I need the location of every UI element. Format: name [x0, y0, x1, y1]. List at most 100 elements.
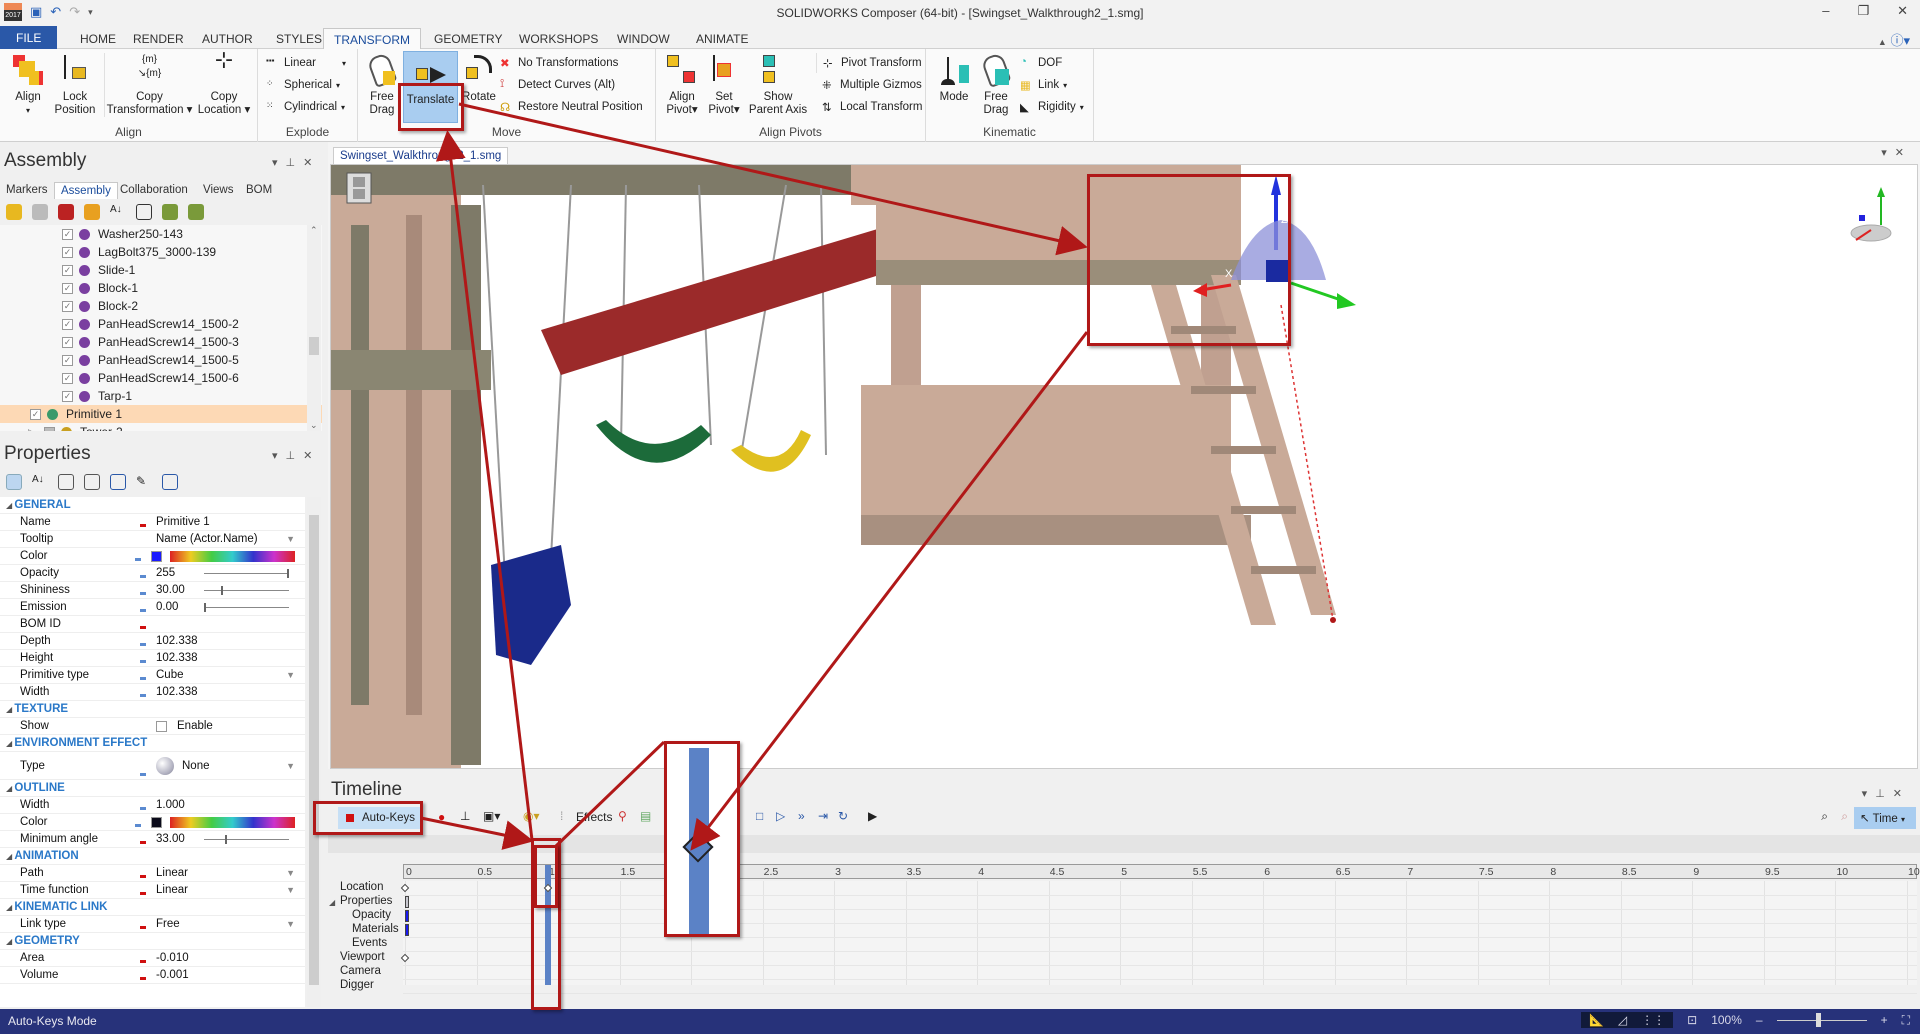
- eyedropper-icon[interactable]: ✎: [136, 474, 152, 490]
- visibility-checkbox[interactable]: ✓: [30, 408, 41, 420]
- property-row[interactable]: Shininess 30.00: [0, 582, 305, 599]
- value-slider[interactable]: [204, 568, 289, 578]
- zoom-in-button[interactable]: +: [1881, 1013, 1888, 1027]
- dropdown-arrow-icon[interactable]: ▼: [286, 885, 295, 895]
- zoom-fit-timeline-icon[interactable]: ⌕: [1821, 809, 1828, 824]
- property-row[interactable]: Type None ▼: [0, 752, 305, 780]
- rigidity-button[interactable]: ◣ Rigidity ▾: [1020, 97, 1084, 117]
- collapse-icon[interactable]: ◢: [329, 898, 335, 907]
- filter-icon[interactable]: [32, 204, 48, 220]
- property-value[interactable]: Linear ▼: [156, 867, 305, 879]
- property-row[interactable]: Height 102.338: [0, 650, 305, 667]
- free-drag-button[interactable]: Free Drag: [364, 52, 400, 117]
- close-panel-icon[interactable]: ✕: [1893, 788, 1910, 800]
- align-button[interactable]: Align ▾: [8, 53, 48, 117]
- property-section[interactable]: ANIMATION: [0, 848, 305, 865]
- keyframe[interactable]: [405, 896, 409, 908]
- slider-knob[interactable]: [225, 834, 227, 844]
- lock-position-button[interactable]: Lock Position: [52, 53, 98, 117]
- property-value[interactable]: 30.00: [156, 584, 305, 596]
- doc-close-icon[interactable]: ✕: [1895, 147, 1912, 159]
- visibility-checkbox[interactable]: ✓: [62, 264, 73, 276]
- select-actor-icon[interactable]: [6, 204, 22, 220]
- perspective-icon[interactable]: ◿: [1618, 1013, 1627, 1027]
- add-actor-icon[interactable]: [84, 204, 100, 220]
- property-value[interactable]: -0.010: [156, 952, 305, 964]
- visibility-checkbox[interactable]: ✓: [62, 354, 73, 366]
- property-row[interactable]: BOM ID: [0, 616, 305, 633]
- close-button[interactable]: ✕: [1897, 3, 1908, 19]
- pin-icon[interactable]: ⊥: [1875, 788, 1893, 800]
- visibility-checkbox[interactable]: ✓: [62, 300, 73, 312]
- zoom-slider[interactable]: [1776, 1012, 1867, 1027]
- properties-key-icon[interactable]: ◉▾: [523, 809, 540, 823]
- tree-item[interactable]: ✓ Block-1: [0, 279, 322, 297]
- link-button[interactable]: ▦ Link ▾: [1020, 75, 1067, 95]
- property-row[interactable]: Opacity 255: [0, 565, 305, 582]
- tab-workshops[interactable]: WORKSHOPS: [509, 28, 608, 50]
- columns-icon[interactable]: [136, 204, 152, 220]
- key-filter-icon[interactable]: ⚲: [618, 809, 627, 823]
- help-icon[interactable]: ⓘ▾: [1890, 33, 1910, 48]
- property-value[interactable]: 102.338: [156, 652, 305, 664]
- track-label[interactable]: Materials: [352, 923, 399, 935]
- property-row[interactable]: Width 102.338: [0, 684, 305, 701]
- property-value[interactable]: Name (Actor.Name) ▼: [156, 533, 305, 545]
- tree-item[interactable]: ✓ Block-2: [0, 297, 322, 315]
- timeline-markers-band[interactable]: [328, 835, 1920, 853]
- slider-knob[interactable]: [204, 602, 206, 612]
- keyframe[interactable]: [400, 883, 410, 893]
- property-row[interactable]: Emission 0.00: [0, 599, 305, 616]
- measure-icon[interactable]: 📐: [1589, 1013, 1604, 1027]
- property-row[interactable]: Path Linear ▼: [0, 865, 305, 882]
- panel-menu-icon[interactable]: ▾: [272, 157, 286, 169]
- tab-transform[interactable]: TRANSFORM: [323, 28, 421, 50]
- grid-icon[interactable]: ⋮⋮: [1641, 1013, 1665, 1027]
- camera-key-icon[interactable]: ▣▾: [483, 809, 500, 823]
- tree-item[interactable]: ✓ PanHeadScrew14_1500-3: [0, 333, 322, 351]
- tab-window[interactable]: WINDOW: [607, 28, 680, 50]
- rotate-button[interactable]: Rotate: [460, 53, 498, 104]
- value-slider[interactable]: [204, 834, 289, 844]
- property-section[interactable]: GENERAL: [0, 497, 305, 514]
- dropdown-arrow-icon[interactable]: ▼: [286, 919, 295, 929]
- property-value[interactable]: 255: [156, 567, 305, 579]
- panel-menu-icon[interactable]: ▾: [1862, 788, 1876, 800]
- no-transformations-button[interactable]: ✖ No Transformations: [500, 53, 618, 73]
- property-value[interactable]: None ▼: [156, 756, 305, 775]
- search-actor-icon[interactable]: [162, 204, 178, 220]
- multiple-gizmos-button[interactable]: ⁜ Multiple Gizmos: [822, 75, 922, 95]
- copy-location-button[interactable]: ⊹ Copy Location ▾: [194, 49, 254, 117]
- kinematic-free-drag-button[interactable]: Free Drag: [978, 52, 1014, 117]
- go-to-end-button[interactable]: ⇥: [818, 809, 828, 823]
- close-panel-icon[interactable]: ✕: [303, 450, 320, 462]
- add-property-icon[interactable]: [162, 474, 178, 490]
- visibility-checkbox[interactable]: ✓: [62, 246, 73, 258]
- property-row[interactable]: Volume -0.001: [0, 967, 305, 984]
- tab-animate[interactable]: ANIMATE: [686, 28, 758, 50]
- detect-curves-button[interactable]: ⟟ Detect Curves (Alt): [500, 75, 615, 95]
- tree-item[interactable]: ▷ Tower-2: [0, 423, 322, 431]
- align-pivot-button[interactable]: Align Pivot▾: [662, 53, 702, 117]
- property-value[interactable]: Primitive 1: [156, 516, 305, 528]
- time-mode-dropdown[interactable]: ↖ Time ▾: [1854, 807, 1916, 829]
- track-label[interactable]: Properties: [340, 895, 392, 907]
- property-row[interactable]: Time function Linear ▼: [0, 882, 305, 899]
- visibility-checkbox[interactable]: ✓: [62, 228, 73, 240]
- property-value[interactable]: Linear ▼: [156, 884, 305, 896]
- reset-property-icon[interactable]: [58, 474, 74, 490]
- track-label[interactable]: Digger: [340, 979, 374, 991]
- tab-render[interactable]: RENDER: [123, 28, 194, 50]
- explode-linear-button[interactable]: ▪▪▪ Linear ▾: [266, 53, 346, 73]
- full-screen-icon[interactable]: ⛶: [1902, 1013, 1910, 1028]
- property-value[interactable]: Enable: [156, 720, 305, 732]
- property-row[interactable]: Depth 102.338: [0, 633, 305, 650]
- tree-item[interactable]: ✓ Slide-1: [0, 261, 322, 279]
- zoom-selection-timeline-icon[interactable]: ⌕: [1841, 809, 1848, 824]
- refresh-icon[interactable]: [110, 474, 126, 490]
- visibility-checkbox[interactable]: ✓: [62, 336, 73, 348]
- color-palette[interactable]: [170, 550, 295, 562]
- keyframe[interactable]: [405, 924, 409, 936]
- property-value[interactable]: [151, 550, 305, 562]
- explode-spherical-button[interactable]: ⁘ Spherical ▾: [266, 75, 340, 95]
